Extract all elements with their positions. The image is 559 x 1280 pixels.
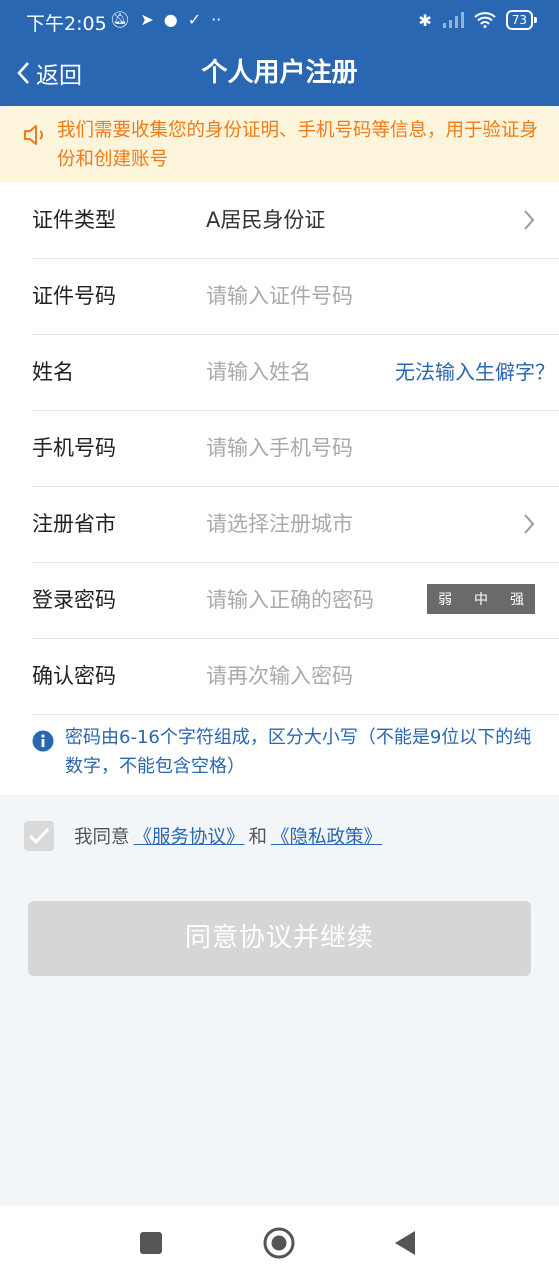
city-row[interactable]: 注册省市 请选择注册城市 bbox=[32, 486, 559, 563]
city-label: 注册省市 bbox=[32, 512, 116, 536]
name-input[interactable]: 请输入姓名 bbox=[206, 334, 311, 410]
back-nav-button[interactable] bbox=[394, 1230, 416, 1256]
mute-bell-icon: 🔕︎ bbox=[110, 10, 131, 29]
password-label: 登录密码 bbox=[32, 588, 116, 612]
confirm-password-label: 确认密码 bbox=[32, 664, 116, 688]
info-icon bbox=[32, 730, 54, 752]
notice-text: 我们需要收集您的身份证明、手机号码等信息，用于验证身份和创建账号 bbox=[57, 120, 539, 170]
check-icon bbox=[28, 827, 50, 845]
check-icon: ✓ bbox=[187, 10, 202, 29]
telegram-icon: ➤ bbox=[140, 10, 154, 29]
status-time: 下午2:05 bbox=[26, 13, 107, 35]
submit-button[interactable]: 同意协议并继续 bbox=[28, 901, 531, 976]
strength-medium: 中 bbox=[474, 592, 488, 608]
rare-character-link[interactable]: 无法输入生僻字？ bbox=[395, 334, 555, 410]
speaker-icon bbox=[24, 125, 43, 145]
privacy-policy-link[interactable]: 《隐私政策》 bbox=[271, 823, 382, 849]
id-type-row[interactable]: 证件类型 A居民身份证 bbox=[32, 182, 559, 259]
phone-row: 手机号码 请输入手机号码 bbox=[32, 410, 559, 487]
agreement-prefix: 我同意 bbox=[74, 827, 130, 848]
agreement-and: 和 bbox=[248, 827, 268, 848]
chevron-right-icon bbox=[524, 210, 535, 230]
chat-icon: ● bbox=[163, 10, 178, 29]
registration-form: 证件类型 A居民身份证 证件号码 请输入证件号码 姓名 请输入姓名 无法输入生僻… bbox=[0, 182, 559, 795]
notice-banner: 我们需要收集您的身份证明、手机号码等信息，用于验证身份和创建账号 bbox=[0, 106, 559, 182]
phone-label: 手机号码 bbox=[32, 436, 116, 460]
system-icons: ✱ 73 bbox=[418, 10, 538, 30]
recent-apps-button[interactable] bbox=[140, 1232, 162, 1254]
nav-bar: 返回 个人用户注册 bbox=[0, 44, 559, 106]
chevron-right-icon bbox=[524, 514, 535, 534]
service-agreement-link[interactable]: 《服务协议》 bbox=[134, 823, 245, 849]
battery-icon: 73 bbox=[505, 10, 538, 30]
system-nav-bar bbox=[0, 1206, 559, 1280]
home-button[interactable] bbox=[263, 1227, 295, 1259]
strength-weak: 弱 bbox=[438, 592, 452, 608]
notification-icons: 🔕︎ ➤ ● ✓ ·· bbox=[110, 10, 221, 29]
status-bar: 下午2:05 🔕︎ ➤ ● ✓ ·· ✱ 73 bbox=[0, 0, 559, 44]
bluetooth-icon: ✱ bbox=[418, 10, 432, 30]
id-type-select[interactable]: A居民身份证 bbox=[206, 182, 325, 258]
page-title: 个人用户注册 bbox=[201, 58, 358, 88]
password-hint-text: 密码由6-16个字符组成，区分大小写（不能是9位以下的纯数字，不能包含空格） bbox=[65, 727, 532, 777]
id-number-label: 证件号码 bbox=[32, 284, 116, 308]
password-row: 登录密码 请输入正确的密码 弱 中 强 bbox=[32, 562, 559, 639]
name-row: 姓名 请输入姓名 无法输入生僻字？ bbox=[32, 334, 559, 411]
strength-strong: 强 bbox=[510, 592, 524, 608]
id-number-row: 证件号码 请输入证件号码 bbox=[32, 258, 559, 335]
confirm-password-row: 确认密码 请再次输入密码 bbox=[32, 638, 559, 715]
phone-input[interactable]: 请输入手机号码 bbox=[206, 410, 353, 486]
agreement-row: 我同意 《服务协议》 和 《隐私政策》 bbox=[24, 818, 386, 854]
wifi-icon bbox=[474, 12, 496, 28]
city-select[interactable]: 请选择注册城市 bbox=[206, 486, 353, 562]
more-dots-icon: ·· bbox=[211, 10, 222, 29]
signal-icon bbox=[442, 12, 464, 28]
id-number-input[interactable]: 请输入证件号码 bbox=[206, 258, 353, 334]
id-type-label: 证件类型 bbox=[32, 208, 116, 232]
password-input[interactable]: 请输入正确的密码 bbox=[206, 562, 374, 638]
name-label: 姓名 bbox=[32, 360, 74, 384]
password-strength-indicator: 弱 中 强 bbox=[427, 584, 535, 614]
confirm-password-input[interactable]: 请再次输入密码 bbox=[206, 638, 353, 714]
agreement-checkbox[interactable] bbox=[24, 821, 54, 851]
